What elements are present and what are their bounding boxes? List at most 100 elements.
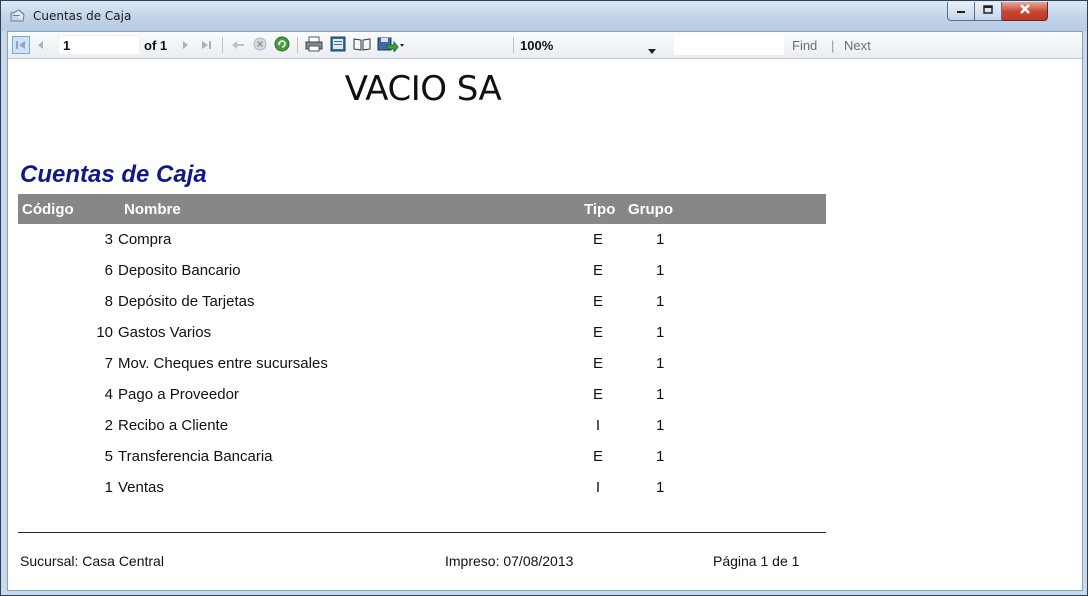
cell-codigo: 4 [104,386,113,403]
cell-nombre: Transferencia Bancaria [118,448,273,465]
find-separator: | [831,38,835,53]
last-page-icon [200,38,212,53]
cell-tipo: E [592,355,603,372]
table-row: 7 Mov. Cheques entre sucursales E 1 [18,349,826,380]
cell-nombre: Mov. Cheques entre sucursales [118,355,328,372]
page-count-label: of 1 [144,38,168,53]
minimize-icon [955,2,967,20]
cell-nombre: Ventas [118,479,164,496]
header-nombre: Nombre [124,201,181,218]
cell-tipo: I [595,417,601,434]
cell-tipo: E [592,293,603,310]
report-viewer: 1 of 1 100% Find | Next VACIO SA Cuentas… [7,31,1083,591]
printer-icon [305,36,323,55]
company-name: VACIO SA [344,69,502,109]
cell-tipo: E [592,324,603,341]
find-input[interactable] [674,35,784,55]
next-link[interactable]: Next [844,38,871,53]
cell-tipo: E [592,231,603,248]
footer-divider [18,532,826,533]
cell-grupo: 1 [656,386,665,403]
stop-button[interactable] [252,37,268,53]
toolbar-separator [297,37,298,53]
next-page-button[interactable] [178,38,192,52]
table-row: 8 Depósito de Tarjetas E 1 [18,287,826,318]
report-viewer-icon [10,9,26,23]
book-icon [353,36,371,55]
back-arrow-icon [231,38,245,53]
current-page-input[interactable]: 1 [58,35,140,55]
print-button[interactable] [304,36,324,54]
header-tipo: Tipo [584,201,616,218]
cell-codigo: 8 [104,293,113,310]
table-row: 2 Recibo a Cliente I 1 [18,411,826,442]
minimize-button[interactable] [947,2,975,21]
previous-page-icon [36,38,46,53]
table-row: 10 Gastos Varios E 1 [18,318,826,349]
cell-codigo: 7 [104,355,113,372]
footer-pagina: Página 1 de 1 [713,553,800,569]
footer-impreso: Impreso: 07/08/2013 [445,553,574,569]
toolbar-separator [513,37,514,53]
title-bar[interactable]: Cuentas de Caja [1,1,1087,31]
cell-tipo: E [592,262,603,279]
cell-nombre: Deposito Bancario [118,262,241,279]
refresh-button[interactable] [273,36,291,54]
table-row: 5 Transferencia Bancaria E 1 [18,442,826,473]
close-button[interactable] [1002,2,1048,21]
cell-nombre: Pago a Proveedor [118,386,239,403]
print-layout-button[interactable] [328,36,348,54]
maximize-button[interactable] [975,2,1002,21]
save-icon [377,36,405,55]
back-button[interactable] [230,38,246,52]
cell-grupo: 1 [656,262,665,279]
footer-sucursal: Sucursal: Casa Central [20,553,164,569]
cell-codigo: 3 [104,231,113,248]
report-page: VACIO SA Cuentas de Caja Código Nombre T… [8,59,1082,590]
stop-icon [253,37,267,54]
cell-grupo: 1 [656,355,665,372]
table-row: 6 Deposito Bancario E 1 [18,256,826,287]
cell-grupo: 1 [656,293,665,310]
cell-codigo: 5 [104,448,113,465]
cell-grupo: 1 [656,324,665,341]
cell-nombre: Gastos Varios [118,324,212,341]
cell-nombre: Recibo a Cliente [118,417,229,434]
cell-grupo: 1 [656,479,665,496]
zoom-select[interactable]: 100% [520,38,553,53]
page-setup-button[interactable] [352,36,372,54]
cell-nombre: Compra [118,231,172,248]
cell-grupo: 1 [656,448,665,465]
export-button[interactable] [376,36,406,54]
report-window: Cuentas de Caja 1 of 1 100% Find | Next … [0,0,1088,596]
page-layout-icon [330,36,346,55]
close-icon [1018,2,1032,20]
header-grupo: Grupo [628,201,673,218]
chevron-down-icon[interactable] [648,42,656,57]
next-page-icon [180,38,190,53]
cell-codigo: 1 [104,479,113,496]
cell-codigo: 6 [104,262,113,279]
window-title: Cuentas de Caja [33,9,132,23]
cell-grupo: 1 [656,417,665,434]
cell-tipo: I [595,479,601,496]
header-codigo: Código [22,201,74,218]
report-toolbar: 1 of 1 100% Find | Next [8,32,1082,59]
last-page-button[interactable] [198,38,214,52]
table-row: 3 Compra E 1 [18,225,826,256]
cell-nombre: Depósito de Tarjetas [118,293,255,310]
table-row: 4 Pago a Proveedor E 1 [18,380,826,411]
first-page-button[interactable] [12,36,30,54]
toolbar-separator [222,37,223,53]
table-header: Código Nombre Tipo Grupo [18,194,826,224]
find-link[interactable]: Find [792,38,817,53]
cell-tipo: E [592,386,603,403]
previous-page-button[interactable] [34,38,48,52]
table-row: 1 Ventas I 1 [18,473,826,504]
cell-codigo: 10 [96,324,113,341]
cell-grupo: 1 [656,231,665,248]
cell-tipo: E [592,448,603,465]
cell-codigo: 2 [104,417,113,434]
first-page-icon [15,38,27,53]
maximize-icon [982,2,994,20]
